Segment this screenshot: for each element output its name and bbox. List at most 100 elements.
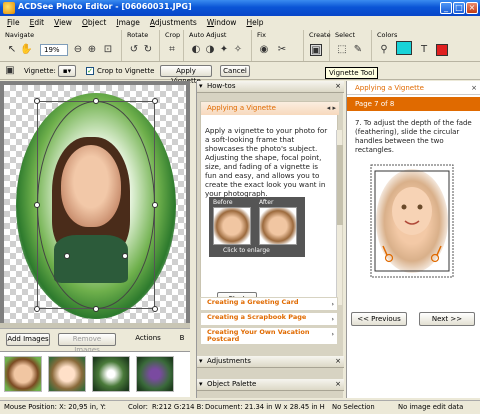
menu-object[interactable]: Object [77,16,111,29]
how-to-link-greeting-card[interactable]: Creating a Greeting Card › [200,297,338,311]
close-button[interactable]: × [466,2,478,14]
eyedropper-icon[interactable]: ⚲ [378,44,390,56]
vignette-handle[interactable] [122,253,128,259]
vignette-handle[interactable] [34,202,40,208]
image-canvas[interactable] [0,81,190,328]
rotate-left-icon[interactable]: ↺ [128,44,140,56]
red-eye-icon[interactable]: ◉ [258,44,270,56]
auto-contrast-icon[interactable]: ◐ [190,44,202,56]
menu-file[interactable]: File [2,16,25,29]
before-label: Before [213,199,233,206]
vignette-handle[interactable] [93,306,99,312]
how-to-link-scrapbook[interactable]: Creating a Scrapbook Page › [200,312,338,326]
auto-levels-icon[interactable]: ✦ [218,44,230,56]
menu-image[interactable]: Image [111,16,145,29]
hand-icon[interactable]: ✋ [20,44,32,56]
auto-exposure-icon[interactable]: ✧ [232,44,244,56]
acdsee-app-icon [3,2,15,14]
add-images-button[interactable]: Add Images [6,333,50,346]
repair-icon[interactable]: ✂ [276,44,288,56]
remove-images-button[interactable]: Remove Images [58,333,116,354]
rotate-right-icon[interactable]: ↻ [142,44,154,56]
adjustments-title: Adjustments [207,357,251,365]
pointer-icon[interactable]: ↖ [6,44,18,56]
menu-help[interactable]: Help [241,16,268,29]
how-tos-title: How-tos [207,82,236,90]
after-label: After [259,199,274,206]
next-button[interactable]: Next >> [419,312,475,326]
text-tool-icon[interactable]: T [418,44,430,56]
close-icon[interactable]: × [335,356,341,367]
transparency-background [4,85,186,323]
menu-window[interactable]: Window [202,16,242,29]
rotate-label: Rotate [127,31,149,39]
how-to-scrollbar[interactable] [336,130,343,305]
how-to-description: Apply a vignette to your photo for a sof… [205,126,328,198]
rect-select-icon[interactable]: ⬚ [336,44,348,56]
menu-adjustments[interactable]: Adjustments [145,16,202,29]
cancel-button[interactable]: Cancel [220,65,250,77]
vignette-handle[interactable] [34,306,40,312]
step-instructions: 7. To adjust the depth of the fade (feat… [355,119,472,154]
previous-button[interactable]: << Previous [351,312,407,326]
before-after-preview[interactable]: Before After Click to enlarge [209,197,305,257]
step-illustration [369,161,455,287]
close-icon[interactable]: × [335,379,341,390]
vignette-handle[interactable] [152,98,158,104]
thumbnail[interactable] [92,356,130,392]
after-image [259,207,297,245]
how-to-link-postcard[interactable]: Creating Your Own Vacation Postcard › [200,327,338,345]
crop-to-vignette-checkbox[interactable]: ✓ [86,67,94,75]
window-controls: _ □ × [440,2,478,14]
select-label: Select [335,31,356,39]
foreground-color-swatch[interactable] [396,41,412,55]
thumbnail[interactable] [136,356,174,392]
close-icon[interactable]: × [335,81,341,92]
vignette-ellipse[interactable] [37,101,155,309]
vignette-tool-icon[interactable]: ▣ [310,44,322,56]
object-palette-title: Object Palette [207,380,257,388]
b-label: B [179,334,185,342]
how-tos-header[interactable]: How-tos × [197,81,344,93]
vignette-handle[interactable] [93,98,99,104]
color-values: R:212 G:214 B: [152,403,204,411]
maximize-button[interactable]: □ [453,2,465,14]
zoom-out-icon[interactable]: ⊖ [72,44,84,56]
background-color-swatch[interactable] [436,44,448,56]
chevron-right-icon: › [331,315,334,323]
rotate-group: Rotate ↺ ↻ [124,30,160,61]
menu-bar: File Edit View Object Image Adjustments … [0,16,480,29]
window-title: ACDSee Photo Editor - [06060031.JPG] [18,2,192,11]
vignette-shape-dropdown[interactable]: ▪▾ [58,65,76,77]
menu-edit[interactable]: Edit [25,16,50,29]
colors-group: Colors ⚲ T [374,30,478,61]
menu-view[interactable]: View [49,16,77,29]
thumbnail[interactable] [48,356,86,392]
auto-color-icon[interactable]: ◑ [204,44,216,56]
apply-vignette-button[interactable]: Apply Vignette [160,65,212,85]
object-palette-header[interactable]: Object Palette × [197,379,344,391]
vignette-handle[interactable] [34,98,40,104]
fit-icon[interactable]: ⊡ [102,44,114,56]
edit-data-status: No image edit data [398,403,464,411]
vignette-handle[interactable] [152,202,158,208]
minimize-button[interactable]: _ [440,2,452,14]
actions-menu[interactable]: Actions [128,333,168,346]
crop-icon[interactable]: ⌗ [166,44,178,56]
vignette-label: Vignette: [24,67,56,75]
thumbnail[interactable] [4,356,42,392]
main-toolbar: Navigate ↖ ✋ 19% ⊖ ⊕ ⊡ Rotate ↺ ↻ Crop ⌗… [0,29,480,62]
lasso-icon[interactable]: ✎ [352,44,364,56]
vignette-handle[interactable] [152,306,158,312]
zoom-input[interactable]: 19% [40,44,68,56]
status-bar: Mouse Position: X: 20,95 in, Y: Color: R… [0,400,480,414]
vignette-small-icon: ▣ [5,65,15,76]
how-to-card-title: Applying a Vignette ◂ ▸ [201,102,339,115]
step-panel: Applying a Vignette × Page 7 of 8 7. To … [346,81,480,398]
zoom-in-icon[interactable]: ⊕ [86,44,98,56]
click-to-enlarge-label[interactable]: Click to enlarge [223,247,270,254]
vignette-handle[interactable] [64,253,70,259]
adjustments-header[interactable]: Adjustments × [197,356,344,368]
card-nav-arrows-icon[interactable]: ◂ ▸ [327,102,336,114]
close-icon[interactable]: × [471,81,477,95]
